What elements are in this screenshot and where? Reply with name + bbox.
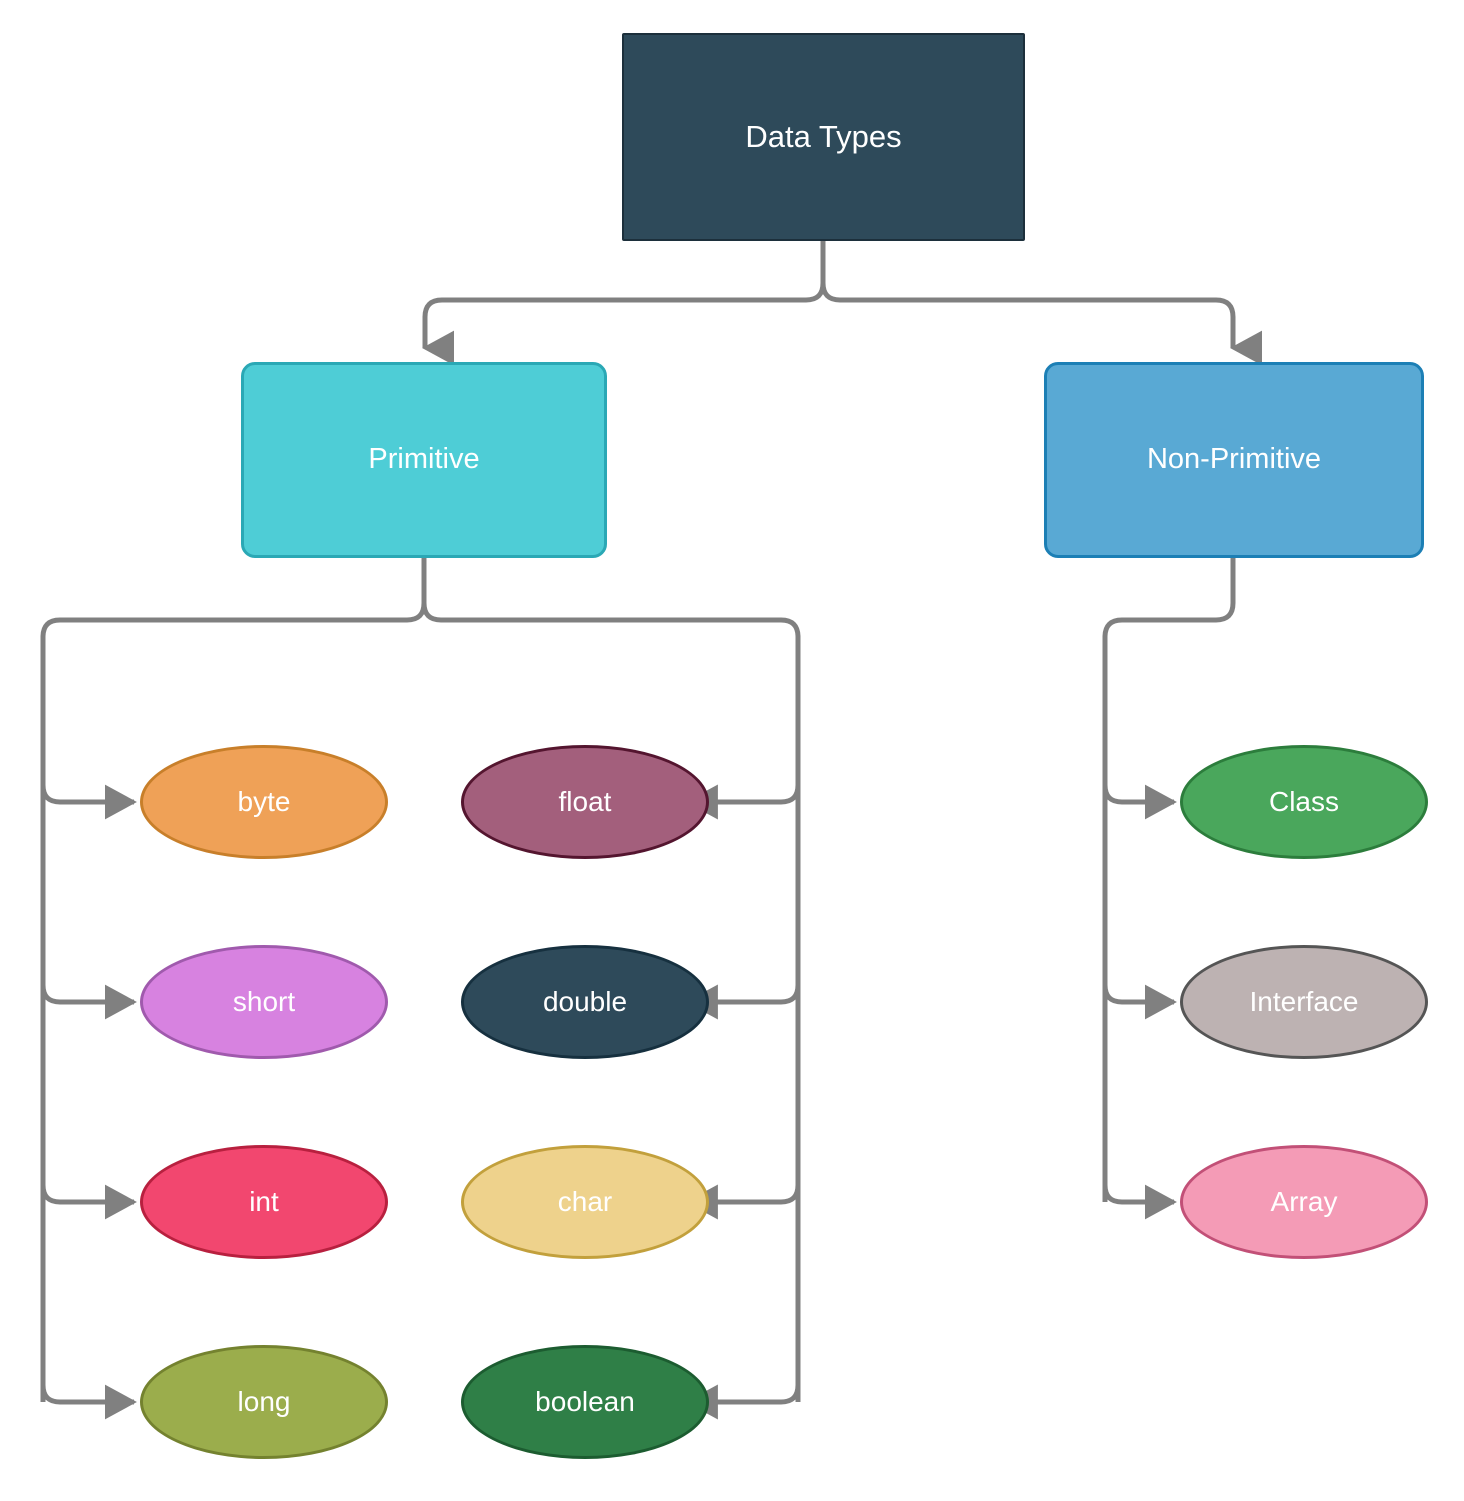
node-class-label: Class	[1268, 785, 1339, 817]
node-char-label: char	[557, 1185, 613, 1217]
node-double-label: double	[542, 985, 628, 1017]
node-byte-label: byte	[237, 785, 291, 817]
edge-primitive-to-boolean	[685, 1384, 801, 1420]
node-int[interactable]: int	[140, 1145, 388, 1259]
node-boolean-label: boolean	[535, 1385, 635, 1417]
node-array[interactable]: Array	[1180, 1145, 1428, 1259]
edge-nonprimitive-to-interface	[1102, 984, 1177, 1020]
node-float[interactable]: float	[461, 745, 709, 859]
edge-primitive-to-int	[40, 1184, 137, 1220]
node-interface[interactable]: Interface	[1180, 945, 1428, 1059]
node-int-label: int	[249, 1185, 279, 1217]
edge-primitive-to-short	[40, 984, 137, 1020]
node-non-primitive-label: Non-Primitive	[1146, 443, 1322, 476]
edge-root-to-nonprimitive	[820, 282, 1263, 366]
node-long[interactable]: long	[140, 1345, 388, 1459]
node-non-primitive[interactable]: Non-Primitive	[1044, 362, 1424, 558]
node-data-types-label: Data Types	[745, 118, 902, 154]
edge-nonprimitive-trunk	[1102, 558, 1236, 1202]
node-short-label: short	[232, 985, 296, 1017]
node-byte[interactable]: byte	[140, 745, 388, 859]
node-short[interactable]: short	[140, 945, 388, 1059]
edge-primitive-to-char	[685, 1184, 801, 1220]
node-class[interactable]: Class	[1180, 745, 1428, 859]
node-boolean[interactable]: boolean	[461, 1345, 709, 1459]
edge-primitive-to-long	[40, 1384, 137, 1420]
edge-primitive-to-float	[685, 784, 801, 820]
node-array-label: Array	[1270, 1185, 1338, 1217]
edge-primitive-to-double	[685, 984, 801, 1020]
node-interface-label: Interface	[1249, 985, 1359, 1017]
data-types-diagram: Data Types Primitive Non-Primitive byte s…	[0, 0, 1464, 1501]
node-float-label: float	[558, 785, 612, 817]
node-double[interactable]: double	[461, 945, 709, 1059]
edge-nonprimitive-to-array	[1102, 1184, 1177, 1220]
edge-nonprimitive-to-class	[1102, 784, 1177, 820]
edge-primitive-to-byte	[40, 784, 137, 820]
node-long-label: long	[237, 1385, 291, 1417]
node-data-types[interactable]: Data Types	[622, 33, 1025, 241]
node-primitive[interactable]: Primitive	[241, 362, 607, 558]
edge-root-to-primitive	[422, 282, 826, 366]
node-char[interactable]: char	[461, 1145, 709, 1259]
node-primitive-label: Primitive	[368, 443, 480, 476]
